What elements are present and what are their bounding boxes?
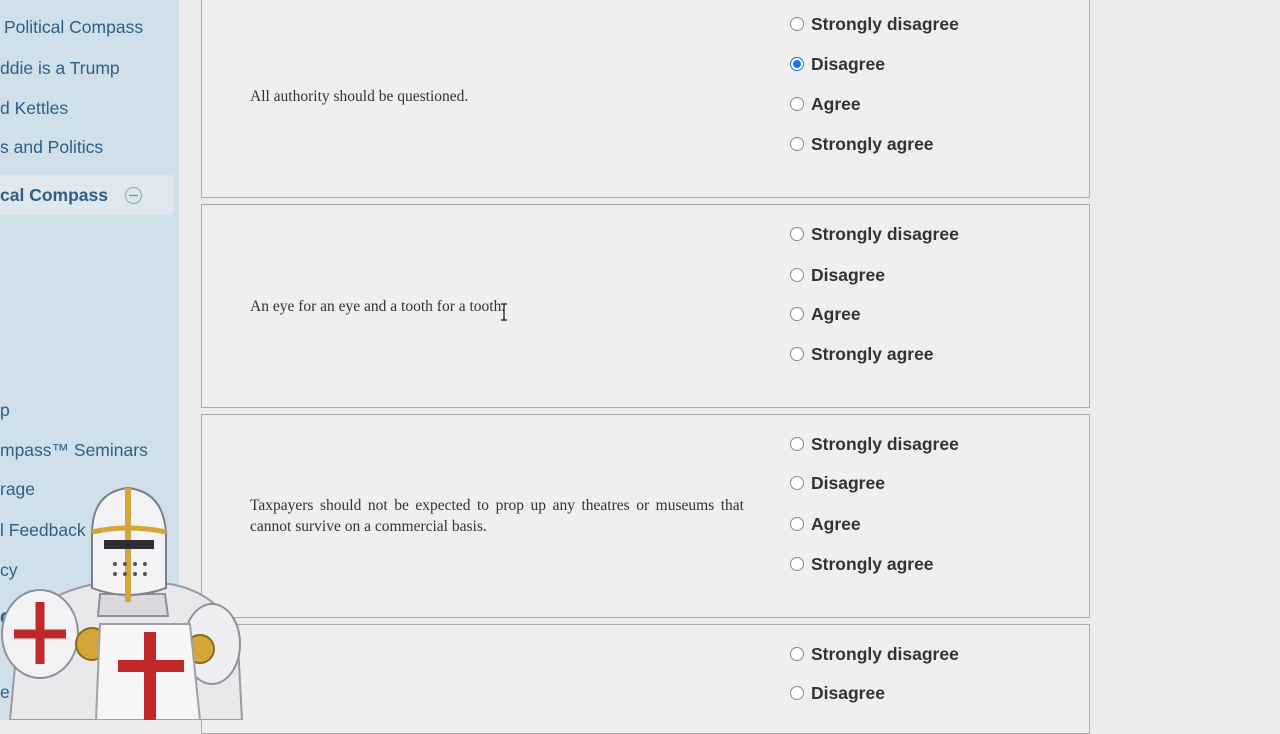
question-text: All authority should be questioned. xyxy=(250,88,469,105)
sidebar-item-label: mpass™ Seminars xyxy=(0,440,148,460)
option-label: Disagree xyxy=(811,683,885,703)
sidebar-item-label: Political Compass xyxy=(4,17,144,37)
question-text: Taxpayers should not be expected to prop… xyxy=(250,497,744,535)
sidebar-item-trump[interactable]: ddie is a Trump xyxy=(0,58,120,79)
radio-button[interactable] xyxy=(790,268,804,282)
radio-button[interactable] xyxy=(790,17,804,31)
sidebar-item-political-compass-active[interactable]: cal Compass xyxy=(0,175,173,215)
sidebar-item-politics[interactable]: s and Politics xyxy=(0,137,103,158)
option-label: Strongly disagree xyxy=(811,14,959,34)
option-strongly-disagree[interactable]: Strongly disagree xyxy=(790,644,959,666)
option-strongly-agree[interactable]: Strongly agree xyxy=(790,344,934,366)
option-label: Disagree xyxy=(811,54,885,74)
radio-button[interactable] xyxy=(790,557,804,571)
option-label: Strongly disagree xyxy=(811,644,959,664)
option-strongly-disagree[interactable]: Strongly disagree xyxy=(790,14,959,36)
option-agree[interactable]: Agree xyxy=(790,304,861,326)
option-label: Disagree xyxy=(811,473,885,493)
question-card: An eye for an eye and a tooth for a toot… xyxy=(201,204,1090,408)
crusader-knight-icon xyxy=(1,486,244,720)
text-cursor-icon xyxy=(501,303,507,321)
radio-button[interactable] xyxy=(790,137,804,151)
option-strongly-agree[interactable]: Strongly agree xyxy=(790,134,934,156)
question-card: Taxpayers should not be expected to prop… xyxy=(201,414,1090,618)
option-agree[interactable]: Agree xyxy=(790,94,861,116)
question-card: All authority should be questioned. Stro… xyxy=(201,0,1090,198)
option-label: Strongly agree xyxy=(811,554,934,574)
sidebar-item-label: cal Compass xyxy=(0,185,108,205)
radio-button[interactable] xyxy=(790,686,804,700)
sidebar-item-label: ddie is a Trump xyxy=(0,58,120,78)
option-label: Strongly agree xyxy=(811,344,934,364)
sidebar-item-political-compass[interactable]: Political Compass xyxy=(4,17,143,38)
sidebar-item-kettles[interactable]: d Kettles xyxy=(0,98,68,119)
option-strongly-disagree[interactable]: Strongly disagree xyxy=(790,224,959,246)
sidebar-item-label: p xyxy=(0,400,10,420)
option-agree[interactable]: Agree xyxy=(790,514,861,536)
option-strongly-agree[interactable]: Strongly agree xyxy=(790,554,934,576)
radio-button[interactable] xyxy=(790,517,804,531)
radio-button[interactable] xyxy=(790,347,804,361)
radio-button[interactable] xyxy=(790,647,804,661)
radio-button[interactable] xyxy=(790,227,804,241)
option-disagree[interactable]: Disagree xyxy=(790,265,885,287)
radio-button[interactable] xyxy=(790,476,804,490)
circle-minus-icon[interactable] xyxy=(124,186,143,205)
option-disagree[interactable]: Disagree xyxy=(790,683,885,705)
option-label: Disagree xyxy=(811,265,885,285)
option-label: Strongly disagree xyxy=(811,224,959,244)
radio-button[interactable] xyxy=(790,437,804,451)
option-label: Agree xyxy=(811,94,861,114)
sidebar-item-p[interactable]: p xyxy=(0,400,10,421)
radio-button-checked[interactable] xyxy=(790,57,804,71)
question-text: An eye for an eye and a tooth for a toot… xyxy=(250,298,506,315)
question-card: Strongly disagree Disagree xyxy=(201,624,1090,734)
option-label: Agree xyxy=(811,514,861,534)
option-label: Strongly agree xyxy=(811,134,934,154)
option-disagree[interactable]: Disagree xyxy=(790,473,885,495)
radio-button[interactable] xyxy=(790,307,804,321)
option-label: Agree xyxy=(811,304,861,324)
option-disagree[interactable]: Disagree xyxy=(790,54,885,76)
option-strongly-disagree[interactable]: Strongly disagree xyxy=(790,434,959,456)
sidebar-item-label: s and Politics xyxy=(0,137,104,157)
option-label: Strongly disagree xyxy=(811,434,959,454)
sidebar-item-label: d Kettles xyxy=(0,98,69,118)
sidebar-item-seminars[interactable]: mpass™ Seminars xyxy=(0,440,148,461)
radio-button[interactable] xyxy=(790,97,804,111)
